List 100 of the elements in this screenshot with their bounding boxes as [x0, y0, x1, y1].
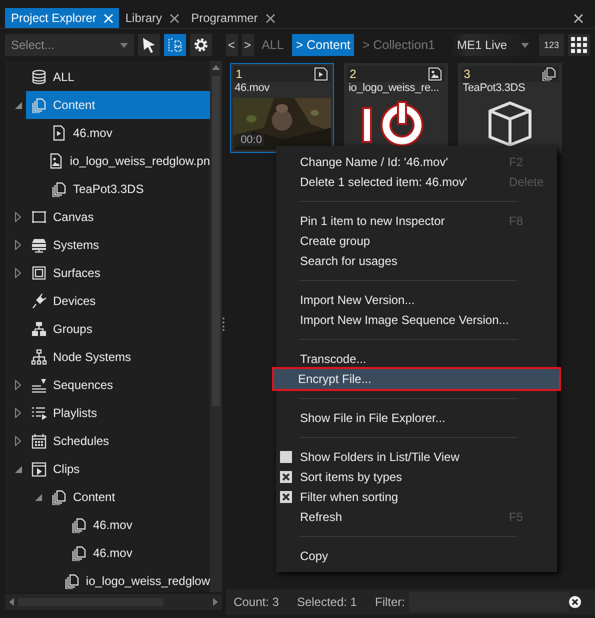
menu-item[interactable]: Import New Image Sequence Version...: [276, 310, 557, 330]
frame-icon: [31, 209, 47, 225]
tree-item[interactable]: 46.mov: [46, 119, 210, 147]
menu-item[interactable]: Encrypt File...: [274, 369, 559, 389]
menu-item[interactable]: Search for usages: [276, 251, 557, 271]
close-icon[interactable]: [170, 14, 180, 22]
tree-item[interactable]: Content: [26, 91, 210, 119]
clear-icon[interactable]: [568, 596, 581, 608]
menu-item[interactable]: Show File in File Explorer...: [276, 408, 557, 428]
tree-item[interactable]: Sequences: [26, 371, 210, 399]
settings-button[interactable]: [190, 34, 212, 56]
menu-item[interactable]: Filter when sorting: [276, 487, 557, 507]
tile-title: io_logo_weiss_re...: [348, 82, 440, 96]
checkbox[interactable]: [280, 491, 292, 503]
selected-count-label: Selected: 1: [296, 595, 357, 609]
stack-icon: [542, 67, 556, 81]
tree-item[interactable]: TeaPot3.3DS: [46, 175, 210, 203]
expanded-icon[interactable]: [14, 102, 22, 108]
grid-icon: [571, 37, 587, 53]
scroll-left-icon[interactable]: [9, 598, 14, 606]
tree-item[interactable]: 46.mov: [66, 539, 210, 567]
back-button[interactable]: <: [226, 34, 238, 56]
selection-icon: [168, 37, 182, 53]
menu-item[interactable]: Create group: [276, 231, 557, 251]
collapsed-icon[interactable]: [15, 408, 21, 418]
close-icon[interactable]: [266, 14, 275, 22]
tree-item[interactable]: Schedules: [26, 427, 210, 455]
splitter-handle-icon[interactable]: [222, 316, 226, 330]
collapsed-icon[interactable]: [15, 212, 21, 222]
tree-item[interactable]: Clips: [26, 455, 210, 483]
expanded-icon[interactable]: [14, 466, 22, 472]
image-file-icon: [48, 153, 64, 169]
pointer-button[interactable]: [138, 34, 160, 56]
tree-item[interactable]: Playlists: [26, 399, 210, 427]
collapsed-icon[interactable]: [15, 268, 21, 278]
scroll-up-icon[interactable]: [212, 65, 220, 70]
collapsed-icon[interactable]: [15, 436, 21, 446]
horizontal-scrollbar[interactable]: [5, 594, 222, 610]
forward-button[interactable]: >: [242, 34, 254, 56]
stack-icon: [31, 97, 47, 113]
media-tile[interactable]: 1 46.mov 00:0: [230, 63, 334, 153]
square-frame-icon: [31, 265, 47, 281]
tree-item[interactable]: Node Systems: [26, 343, 210, 371]
collapsed-icon[interactable]: [15, 380, 21, 390]
breadcrumb-item[interactable]: > Content: [292, 34, 354, 56]
breadcrumb-item[interactable]: ALL: [258, 34, 288, 56]
playlist-icon: [31, 405, 47, 421]
filter-field[interactable]: [408, 592, 569, 612]
media-tile[interactable]: 3 TeaPot3.3DS: [458, 63, 562, 153]
tree-item[interactable]: 46.mov: [66, 511, 210, 539]
scroll-right-icon[interactable]: [213, 598, 218, 606]
close-icon[interactable]: [574, 14, 583, 22]
sequence-list-icon: [31, 377, 47, 393]
stack-icon: [51, 489, 67, 505]
tree-item[interactable]: io_logo_weiss_redglow: [58, 567, 210, 592]
menu-item[interactable]: Sort items by types: [276, 467, 557, 487]
breadcrumb-item[interactable]: > Collection1: [358, 34, 439, 56]
cube-icon: [486, 100, 534, 148]
tile-title: 46.mov: [234, 82, 270, 96]
server-icon: [31, 237, 47, 253]
image-file-icon: [428, 67, 442, 81]
caret-icon: [120, 42, 128, 48]
panel-tab[interactable]: Library: [119, 8, 186, 28]
tree-item[interactable]: io_logo_weiss_redglow.pn: [42, 147, 210, 175]
number-button[interactable]: 123: [539, 34, 564, 56]
caret-icon: [521, 42, 529, 48]
tree-item[interactable]: Canvas: [26, 203, 210, 231]
menu-item[interactable]: Import New Version...: [276, 290, 557, 310]
count-label: Count: 3: [234, 595, 279, 609]
menu-item[interactable]: Show Folders in List/Tile View: [276, 447, 557, 467]
tree-item[interactable]: Systems: [26, 231, 210, 259]
grid-view-button[interactable]: [568, 34, 590, 56]
video-file-icon: [314, 67, 328, 81]
menu-item[interactable]: Copy: [276, 546, 557, 566]
tree-item[interactable]: Content: [46, 483, 210, 511]
node-tree-icon: [31, 349, 47, 365]
tree-item[interactable]: ALL: [26, 63, 210, 91]
checkbox[interactable]: [280, 471, 292, 483]
select-dropdown[interactable]: Select...: [5, 34, 134, 56]
pointer-icon: [142, 37, 156, 53]
panel-tab[interactable]: Programmer: [185, 8, 281, 28]
selection-mode-button[interactable]: [164, 34, 186, 56]
filter-label: Filter:: [374, 595, 405, 609]
checkbox[interactable]: [280, 451, 292, 463]
tree-item[interactable]: Groups: [26, 315, 210, 343]
tree-item[interactable]: Devices: [26, 287, 210, 315]
tile-number: 1: [236, 67, 242, 81]
menu-item[interactable]: Transcode...: [276, 349, 557, 369]
collapsed-icon[interactable]: [15, 240, 21, 250]
settings-icon: [193, 37, 209, 53]
tile-number: 3: [464, 67, 470, 81]
tree-item[interactable]: Surfaces: [26, 259, 210, 287]
panel-tab[interactable]: Project Explorer: [5, 8, 120, 28]
timecode: 00:0: [238, 134, 264, 146]
tile-title: TeaPot3.3DS: [462, 82, 526, 96]
plug-icon: [31, 293, 47, 309]
calendar-icon: [31, 433, 47, 449]
vertical-scrollbar[interactable]: [210, 61, 222, 592]
expanded-icon[interactable]: [34, 494, 42, 500]
stack-icon: [71, 545, 87, 561]
